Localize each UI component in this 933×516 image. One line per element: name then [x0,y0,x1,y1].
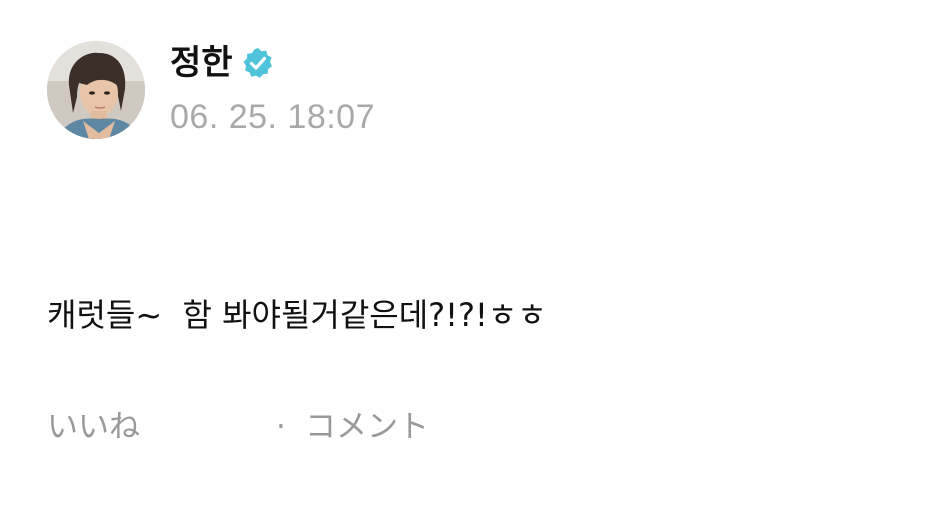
post-body-text: 캐럿들~ 함 봐야될거같은데?!?!ㅎㅎ [47,296,547,334]
like-button[interactable]: いいね [47,404,140,450]
post-timestamp: 06. 25. 18:07 [170,98,376,136]
verified-badge-icon [241,46,275,80]
comment-button[interactable]: コメント [305,404,429,450]
avatar-photo [47,41,145,139]
author-name[interactable]: 정한 [170,40,233,86]
author-avatar[interactable] [47,41,145,139]
action-separator: · [276,409,286,445]
author-row: 정한 [170,40,275,86]
post-actions: いいね · コメント [47,404,907,450]
